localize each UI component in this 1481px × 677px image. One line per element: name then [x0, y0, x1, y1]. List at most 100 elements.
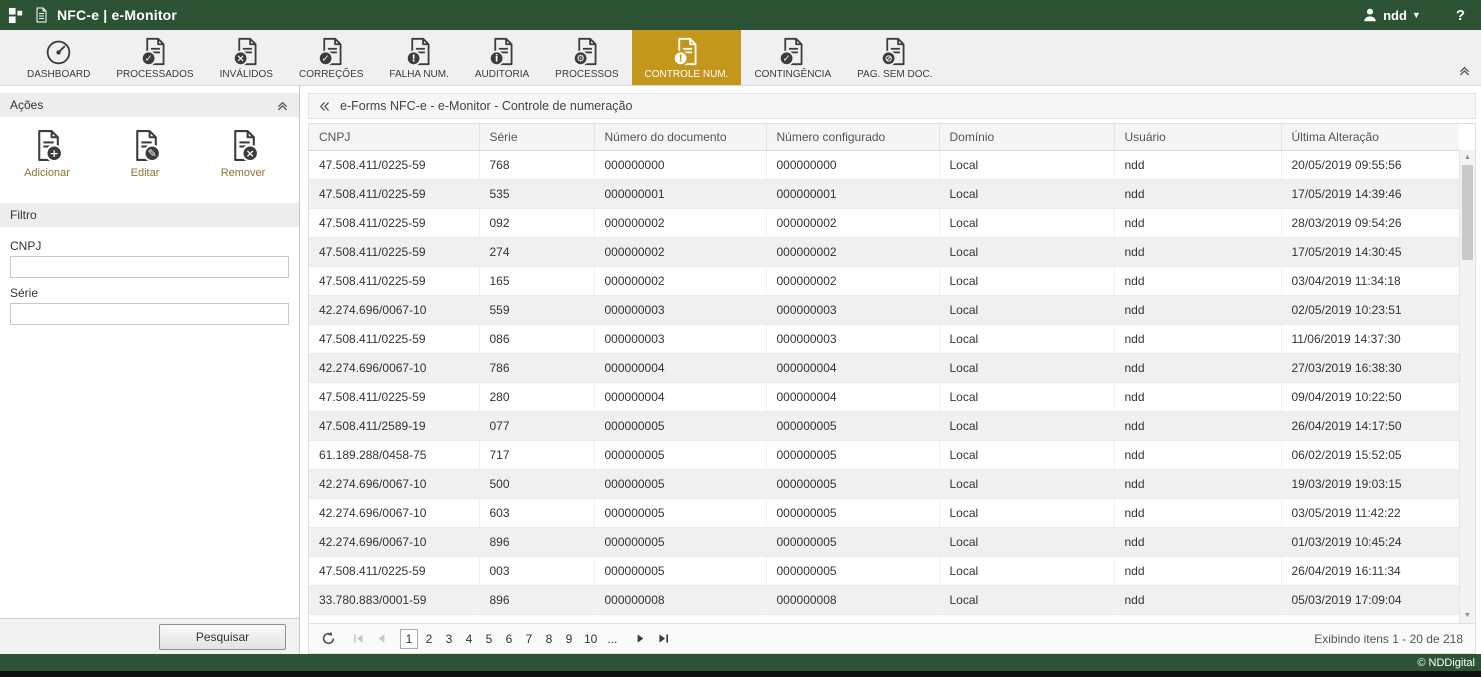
svg-text:i: i: [495, 53, 498, 64]
first-page-icon[interactable]: [348, 629, 368, 649]
table-row[interactable]: 47.508.411/0225-59092000000002000000002L…: [309, 208, 1459, 237]
toolbar-item-processados[interactable]: ✓PROCESSADOS: [103, 30, 206, 85]
table-row[interactable]: 47.508.411/0225-59086000000003000000003L…: [309, 324, 1459, 353]
user-name[interactable]: ndd: [1383, 8, 1407, 23]
svg-text:!: !: [678, 53, 682, 64]
last-page-icon[interactable]: [653, 629, 673, 649]
table-row[interactable]: 42.274.696/0067-10786000000004000000004L…: [309, 353, 1459, 382]
toolbar-item-dashboard[interactable]: DASHBOARD: [14, 30, 103, 85]
cell-usuario: ndd: [1114, 150, 1281, 179]
next-page-icon[interactable]: [630, 629, 650, 649]
page-button-7[interactable]: 7: [520, 629, 538, 649]
filter-field-serie: Série: [10, 278, 289, 325]
page-button-10[interactable]: 10: [580, 629, 601, 649]
cell-cnpj: 42.274.696/0067-10: [309, 527, 479, 556]
cell-numero-do-documento: 000000005: [594, 556, 766, 585]
page-button-4[interactable]: 4: [460, 629, 478, 649]
column-header-numero-configurado[interactable]: Número configurado: [766, 124, 939, 150]
column-header-usuario[interactable]: Usuário: [1114, 124, 1281, 150]
page-button-6[interactable]: 6: [500, 629, 518, 649]
table-row[interactable]: 33.780.883/0001-59896000000008000000008L…: [309, 585, 1459, 614]
toolbar-item-label: CONTINGÊNCIA: [754, 69, 831, 80]
toolbar-item-label: DASHBOARD: [27, 69, 90, 80]
serie-input[interactable]: [10, 303, 289, 325]
cell-cnpj: 33.780.883/0001-59: [309, 585, 479, 614]
cell-numero-do-documento: 000000003: [594, 295, 766, 324]
column-header-serie[interactable]: Série: [479, 124, 594, 150]
table-row[interactable]: 47.508.411/0225-59003000000005000000005L…: [309, 556, 1459, 585]
column-header-numero-do-documento[interactable]: Número do documento: [594, 124, 766, 150]
toolbar-item-auditoria[interactable]: i AUDITORIA: [462, 30, 542, 85]
main-toolbar: DASHBOARD ✓PROCESSADOS×INVÁLIDOS✓CORREÇÕE…: [0, 30, 1481, 86]
cell-usuario: ndd: [1114, 353, 1281, 382]
cell-numero-do-documento: 000000002: [594, 266, 766, 295]
cnpj-input[interactable]: [10, 256, 289, 278]
cell-cnpj: 47.508.411/0225-59: [309, 179, 479, 208]
document-invalid-icon: ×: [232, 37, 261, 66]
toolbar-item-invalidos[interactable]: ×INVÁLIDOS: [207, 30, 286, 85]
main-panel: e-Forms NFC-e - e-Monitor - Controle de …: [300, 86, 1481, 654]
cell-numero-configurado: 000000005: [766, 527, 939, 556]
toolbar-collapse-icon[interactable]: [1458, 64, 1471, 77]
previous-page-icon[interactable]: [371, 629, 391, 649]
action-adicionar[interactable]: +Adicionar: [16, 129, 78, 179]
search-button[interactable]: Pesquisar: [159, 624, 286, 650]
cell-numero-configurado: 000000003: [766, 295, 939, 324]
search-bar: Pesquisar: [0, 618, 299, 654]
cell-cnpj: 47.508.411/0225-59: [309, 324, 479, 353]
toolbar-item-label: AUDITORIA: [475, 69, 529, 80]
cell-cnpj: 47.508.411/0225-59: [309, 266, 479, 295]
cell-serie: 896: [479, 585, 594, 614]
cell-usuario: ndd: [1114, 498, 1281, 527]
cell-serie: 092: [479, 208, 594, 237]
cell-usuario: ndd: [1114, 585, 1281, 614]
page-button-9[interactable]: 9: [560, 629, 578, 649]
cell-numero-do-documento: 000000005: [594, 440, 766, 469]
cell-serie: 603: [479, 498, 594, 527]
document-controlnum-icon: !: [672, 37, 701, 66]
toolbar-item-correcoes[interactable]: ✓CORREÇÕES: [286, 30, 376, 85]
table-row[interactable]: 47.508.411/0225-59768000000000000000000L…: [309, 150, 1459, 179]
table-row[interactable]: 42.274.696/0067-10559000000003000000003L…: [309, 295, 1459, 324]
column-header-cnpj[interactable]: CNPJ: [309, 124, 479, 150]
scrollbar-thumb[interactable]: [1462, 165, 1473, 260]
table-row[interactable]: 47.508.411/0225-59280000000004000000004L…: [309, 382, 1459, 411]
column-header-ultima-alteracao[interactable]: Última Alteração: [1281, 124, 1459, 150]
table-row[interactable]: 47.508.411/0225-59535000000001000000001L…: [309, 179, 1459, 208]
toolbar-item-contingencia[interactable]: ✓CONTINGÊNCIA: [741, 30, 844, 85]
page-ellipsis[interactable]: ...: [603, 629, 621, 649]
page-button-8[interactable]: 8: [540, 629, 558, 649]
vertical-scrollbar[interactable]: ▲ ▼: [1459, 150, 1475, 623]
toolbar-item-processos[interactable]: ⚙PROCESSOS: [542, 30, 631, 85]
page-button-2[interactable]: 2: [420, 629, 438, 649]
page-button-3[interactable]: 3: [440, 629, 458, 649]
user-menu-caret-icon[interactable]: ▼: [1412, 10, 1421, 20]
page-button-1[interactable]: 1: [400, 629, 418, 649]
table-row[interactable]: 47.508.411/0225-59165000000002000000002L…: [309, 266, 1459, 295]
toolbar-item-controle-num[interactable]: !CONTROLE NUM.: [632, 30, 742, 85]
actions-collapse-icon[interactable]: [276, 99, 289, 112]
toolbar-item-falha-num[interactable]: !FALHA NUM.: [376, 30, 461, 85]
cell-serie: 086: [479, 324, 594, 353]
refresh-icon[interactable]: [317, 628, 339, 650]
breadcrumb-collapse-icon[interactable]: [318, 100, 331, 113]
scroll-down-icon[interactable]: ▼: [1460, 608, 1475, 623]
action-remover[interactable]: ×Remover: [212, 129, 274, 179]
table-row[interactable]: 61.189.288/0458-75717000000005000000005L…: [309, 440, 1459, 469]
cell-dominio: Local: [939, 498, 1114, 527]
table-row[interactable]: 47.508.411/2589-19077000000005000000005L…: [309, 411, 1459, 440]
cell-numero-configurado: 000000005: [766, 411, 939, 440]
help-icon[interactable]: ?: [1456, 7, 1465, 24]
actions-group: +Adicionar ✎Editar ×Remover: [0, 117, 299, 189]
scroll-up-icon[interactable]: ▲: [1460, 150, 1475, 165]
table-row[interactable]: 42.274.696/0067-10500000000005000000005L…: [309, 469, 1459, 498]
action-editar[interactable]: ✎Editar: [114, 129, 176, 179]
toolbar-item-pag-sem-doc[interactable]: ⊘PAG. SEM DOC.: [844, 30, 945, 85]
table-header-row: CNPJSérieNúmero do documentoNúmero confi…: [309, 124, 1459, 150]
table-row[interactable]: 42.274.696/0067-10603000000005000000005L…: [309, 498, 1459, 527]
page-button-5[interactable]: 5: [480, 629, 498, 649]
table-row[interactable]: 47.508.411/0225-59274000000002000000002L…: [309, 237, 1459, 266]
table-row[interactable]: 42.274.696/0067-10896000000005000000005L…: [309, 527, 1459, 556]
column-header-dominio[interactable]: Domínio: [939, 124, 1114, 150]
document-failnum-icon: !: [405, 37, 434, 66]
